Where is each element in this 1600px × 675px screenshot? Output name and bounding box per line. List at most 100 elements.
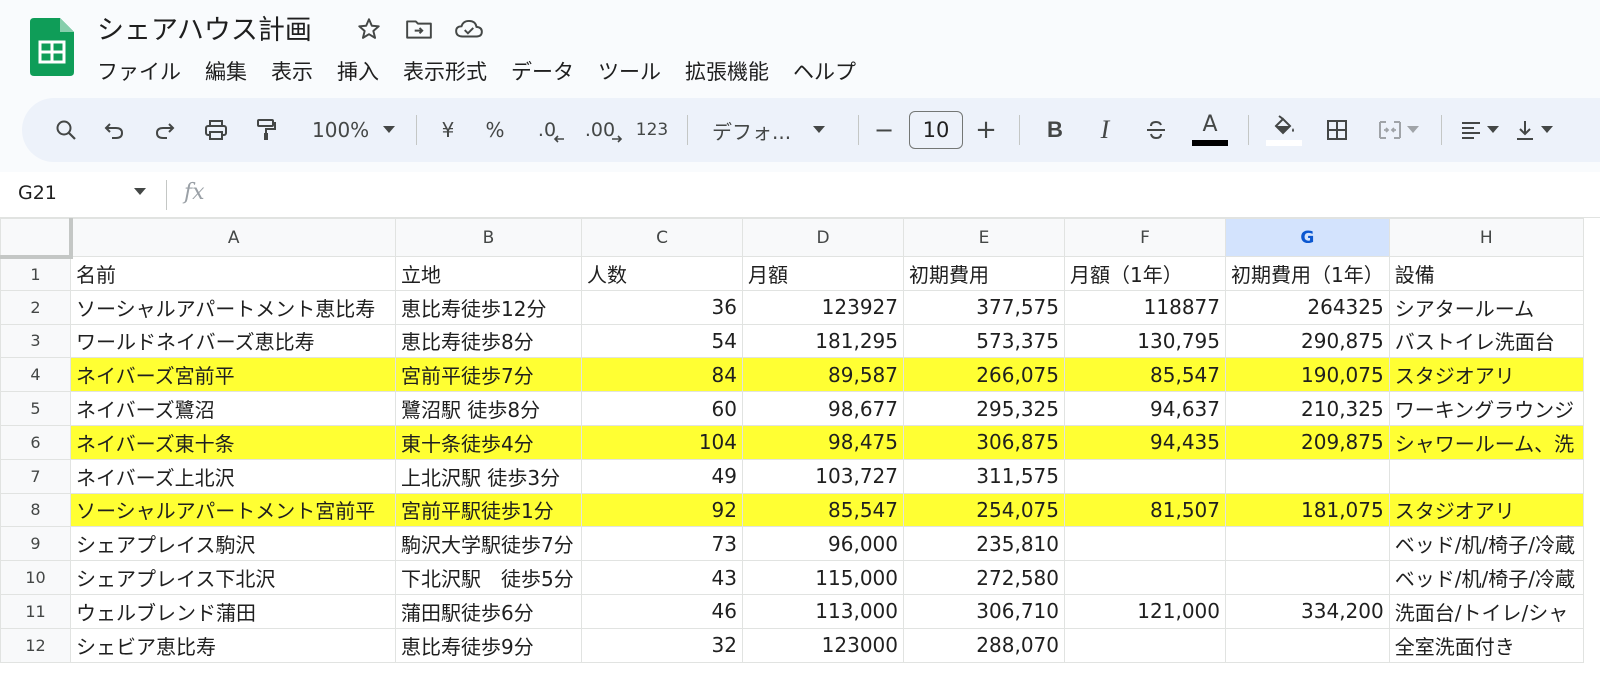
decrease-decimal-button[interactable]: .0 [521, 110, 573, 150]
cell-b11[interactable]: 蒲田駅徒歩6分 [395, 593, 582, 629]
cell-g3[interactable]: 290,875 [1225, 323, 1390, 359]
cell-f10[interactable] [1064, 560, 1226, 595]
select-all-corner[interactable] [0, 218, 73, 259]
decrease-font-size-button[interactable]: − [869, 110, 899, 150]
cell-h3[interactable]: バストイレ洗面台 [1388, 323, 1584, 359]
row-header[interactable]: 4 [0, 357, 71, 393]
cell-g2[interactable]: 264325 [1225, 289, 1390, 325]
cell-f8[interactable]: 81,507 [1064, 492, 1226, 528]
cell-f2[interactable]: 118877 [1064, 289, 1226, 325]
cell-h2[interactable]: シアタールーム [1388, 289, 1584, 325]
menu-format[interactable]: 表示形式 [391, 52, 499, 90]
cell-h8[interactable]: スタジオアリ [1388, 492, 1584, 528]
cell-g8[interactable]: 181,075 [1225, 492, 1390, 528]
row-header[interactable]: 2 [0, 289, 71, 325]
italic-button[interactable]: I [1080, 110, 1130, 150]
row-header[interactable]: 8 [0, 492, 71, 528]
cell-h11[interactable]: 洗面台/トイレ/シャ [1388, 593, 1584, 629]
menu-view[interactable]: 表示 [259, 52, 325, 90]
zoom-select[interactable]: 100% [290, 110, 406, 150]
cell-c5[interactable]: 60 [581, 391, 743, 426]
cell-c9[interactable]: 73 [581, 526, 743, 562]
cell-a2[interactable]: ソーシャルアパートメント恵比寿 [70, 289, 396, 325]
cell-f6[interactable]: 94,435 [1064, 424, 1226, 460]
cell-g9[interactable] [1225, 526, 1390, 562]
star-icon[interactable] [352, 12, 386, 46]
cell-e11[interactable]: 306,710 [903, 593, 1065, 629]
cell-b2[interactable]: 恵比寿徒歩12分 [395, 289, 582, 325]
cell-g4[interactable]: 190,075 [1225, 357, 1390, 393]
cell-b6[interactable]: 東十条徒歩4分 [395, 424, 582, 460]
print-icon[interactable] [190, 110, 242, 150]
cell-f4[interactable]: 85,547 [1064, 357, 1226, 393]
cell-h1[interactable]: 設備 [1388, 256, 1584, 291]
undo-icon[interactable] [88, 110, 140, 150]
cell-f9[interactable] [1064, 526, 1226, 562]
cell-h5[interactable]: ワーキングラウンジ [1388, 391, 1584, 426]
document-title[interactable]: シェアハウス計画 [97, 8, 312, 47]
column-header-e[interactable]: E [903, 218, 1065, 257]
cell-c3[interactable]: 54 [581, 323, 743, 359]
menu-help[interactable]: ヘルプ [781, 52, 868, 90]
cell-a7[interactable]: ネイバーズ上北沢 [70, 458, 396, 494]
cell-b4[interactable]: 宮前平徒歩7分 [395, 357, 582, 393]
cell-a9[interactable]: シェアプレイス駒沢 [70, 526, 396, 562]
row-header[interactable]: 9 [0, 526, 71, 562]
cell-h12[interactable]: 全室洗面付き [1388, 627, 1584, 663]
row-header[interactable]: 11 [0, 593, 71, 629]
font-family-select[interactable]: デフォ... [698, 110, 848, 150]
increase-decimal-button[interactable]: .00 [573, 110, 627, 150]
cell-c1[interactable]: 人数 [581, 256, 743, 291]
row-header[interactable]: 6 [0, 424, 71, 460]
bold-button[interactable]: B [1030, 110, 1080, 150]
cloud-saved-icon[interactable] [452, 12, 486, 46]
cell-a8[interactable]: ソーシャルアパートメント宮前平 [70, 492, 396, 528]
row-header[interactable]: 3 [0, 323, 71, 359]
menu-extensions[interactable]: 拡張機能 [673, 52, 781, 90]
redo-icon[interactable] [140, 110, 190, 150]
cell-f3[interactable]: 130,795 [1064, 323, 1226, 359]
row-header[interactable]: 10 [0, 560, 71, 595]
cell-e10[interactable]: 272,580 [903, 560, 1065, 595]
cell-e12[interactable]: 288,070 [903, 627, 1065, 663]
column-header-h[interactable]: H [1388, 218, 1584, 257]
cell-d1[interactable]: 月額 [742, 256, 904, 291]
column-header-c[interactable]: C [581, 218, 743, 257]
cell-c8[interactable]: 92 [581, 492, 743, 528]
cell-c11[interactable]: 46 [581, 593, 743, 629]
cell-e8[interactable]: 254,075 [903, 492, 1065, 528]
increase-font-size-button[interactable]: + [963, 110, 1009, 150]
cell-e7[interactable]: 311,575 [903, 458, 1065, 494]
cell-f5[interactable]: 94,637 [1064, 391, 1226, 426]
borders-icon[interactable] [1309, 110, 1365, 150]
cell-b9[interactable]: 駒沢大学駅徒歩7分 [395, 526, 582, 562]
cell-e2[interactable]: 377,575 [903, 289, 1065, 325]
cell-d9[interactable]: 96,000 [742, 526, 904, 562]
cell-h6[interactable]: シャワールーム、洗 [1388, 424, 1584, 460]
cell-h10[interactable]: ベッド/机/椅子/冷蔵 [1388, 560, 1584, 595]
column-header-a[interactable]: A [70, 218, 396, 257]
column-header-g[interactable]: G [1225, 218, 1390, 257]
cell-e4[interactable]: 266,075 [903, 357, 1065, 393]
move-to-folder-icon[interactable] [402, 12, 436, 46]
cell-d4[interactable]: 89,587 [742, 357, 904, 393]
cell-a3[interactable]: ワールドネイバーズ恵比寿 [70, 323, 396, 359]
cell-g7[interactable] [1225, 458, 1390, 494]
column-header-f[interactable]: F [1064, 218, 1226, 257]
column-header-b[interactable]: B [395, 218, 582, 257]
cell-b1[interactable]: 立地 [395, 256, 582, 291]
cell-a12[interactable]: シェビア恵比寿 [70, 627, 396, 663]
search-icon[interactable] [44, 110, 88, 150]
cell-g12[interactable] [1225, 627, 1390, 663]
sheets-logo-icon[interactable] [30, 18, 74, 76]
cell-a4[interactable]: ネイバーズ宮前平 [70, 357, 396, 393]
cell-d11[interactable]: 113,000 [742, 593, 904, 629]
cell-a5[interactable]: ネイバーズ鷺沼 [70, 391, 396, 426]
number-format-button[interactable]: 123 [627, 110, 677, 150]
cell-f7[interactable] [1064, 458, 1226, 494]
fill-color-button[interactable] [1259, 110, 1309, 150]
cell-d3[interactable]: 181,295 [742, 323, 904, 359]
cell-g11[interactable]: 334,200 [1225, 593, 1390, 629]
cell-d8[interactable]: 85,547 [742, 492, 904, 528]
font-size-input[interactable]: 10 [909, 111, 963, 149]
